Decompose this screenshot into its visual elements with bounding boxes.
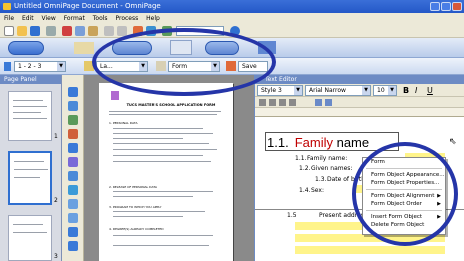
- menu-process[interactable]: Process: [115, 15, 138, 22]
- new-icon[interactable]: [4, 26, 14, 36]
- section-heading: 3. PROGRAM TO WHICH YOU APPLY: [109, 205, 162, 209]
- page-range-select[interactable]: 1 - 2 - 3 ▼: [14, 61, 66, 72]
- zone-tools-strip: [62, 75, 84, 261]
- fit-icon[interactable]: [68, 241, 78, 251]
- style-value: Style 3: [261, 87, 282, 94]
- style-select[interactable]: Style 3 ▼: [257, 85, 303, 96]
- form-field-address-3[interactable]: [295, 246, 445, 254]
- underline-icon[interactable]: U: [427, 86, 433, 95]
- text-zone-icon[interactable]: [68, 101, 78, 111]
- highlight-ring-toolbar: [92, 28, 276, 96]
- text-editor-toolbar: Style 3 ▼ Arial Narrow ▼ 10 ▼ B I U: [255, 84, 464, 97]
- page-panel: Page Panel 1 2 3: [0, 75, 62, 261]
- menu-bar: File Edit View Format Tools Process Help: [0, 13, 464, 24]
- undo-icon[interactable]: [104, 26, 114, 36]
- font-size-value: 10: [377, 87, 385, 94]
- workflow-arrow-icon: [74, 42, 94, 54]
- alignment-toolbar: [255, 97, 464, 108]
- draw-zone-icon[interactable]: [68, 143, 78, 153]
- field-number: 1.2.: [299, 165, 311, 172]
- chevron-down-icon[interactable]: ▼: [388, 86, 396, 95]
- field-label: Family name:: [307, 155, 348, 162]
- minimize-button[interactable]: [430, 2, 440, 11]
- section-heading: 2. RELEASE OF PERSONAL DATA: [109, 185, 157, 189]
- save-icon[interactable]: [30, 26, 40, 36]
- font-select[interactable]: Arial Narrow ▼: [305, 85, 371, 96]
- font-size-select[interactable]: 10 ▼: [373, 85, 397, 96]
- checkbox-tool-icon[interactable]: [68, 171, 78, 181]
- field-number: 1.1.: [295, 155, 307, 162]
- zoom-in-icon[interactable]: [68, 199, 78, 209]
- thumbnail-number: 2: [54, 197, 58, 204]
- chevron-down-icon[interactable]: ▼: [362, 86, 370, 95]
- page-panel-title: Page Panel: [0, 75, 61, 84]
- font-value: Arial Narrow: [309, 87, 346, 94]
- menu-tools[interactable]: Tools: [93, 15, 108, 22]
- app-icon: [3, 3, 11, 10]
- menu-file[interactable]: File: [4, 15, 14, 22]
- heading-red-word: Family: [294, 135, 333, 150]
- align-right-icon[interactable]: [279, 99, 286, 106]
- university-logo: [111, 91, 119, 100]
- page-thumbnail-1[interactable]: [8, 91, 52, 141]
- heading-text[interactable]: 1.1. Family name: [267, 135, 369, 150]
- ruler[interactable]: [255, 108, 464, 117]
- scanned-page[interactable]: TUCS MASTER'S SCHOOL APPLICATION FORM 1.…: [99, 83, 233, 261]
- field-label: Given names:: [311, 165, 353, 172]
- field-number: 1.3.: [315, 176, 327, 183]
- title-bar: Untitled OmniPage Document - OmniPage: [0, 0, 464, 13]
- table-zone-icon[interactable]: [68, 115, 78, 125]
- justify-icon[interactable]: [289, 99, 296, 106]
- print-icon[interactable]: [46, 26, 56, 36]
- chevron-down-icon[interactable]: ▼: [294, 86, 302, 95]
- thumbnail-number: 1: [54, 133, 58, 140]
- window-title: Untitled OmniPage Document - OmniPage: [14, 2, 161, 10]
- open-icon[interactable]: [17, 26, 27, 36]
- italic-icon[interactable]: I: [415, 86, 417, 95]
- field-tool-icon[interactable]: [68, 185, 78, 195]
- paste-icon[interactable]: [88, 26, 98, 36]
- field-label: Sex:: [311, 187, 324, 194]
- maximize-button[interactable]: [441, 2, 451, 11]
- cut-icon[interactable]: [62, 26, 72, 36]
- row-number: 1.5: [287, 212, 297, 219]
- section-heading: 1. PERSONAL DATA: [109, 121, 138, 125]
- highlight-ring-menu: [352, 142, 458, 246]
- page-thumbnail-3[interactable]: [8, 215, 52, 261]
- menu-edit[interactable]: Edit: [22, 15, 34, 22]
- copy-icon[interactable]: [75, 26, 85, 36]
- erase-zone-icon[interactable]: [68, 157, 78, 167]
- mouse-cursor-icon: ⇖: [449, 137, 457, 147]
- align-center-icon[interactable]: [269, 99, 276, 106]
- section-heading: 4. DEGREE(S) ALREADY COMPLETED: [109, 227, 164, 231]
- align-left-icon[interactable]: [259, 99, 266, 106]
- heading-number: 1.1.: [267, 135, 289, 150]
- page-range-value: 1 - 2 - 3: [18, 63, 42, 70]
- menu-view[interactable]: View: [42, 15, 56, 22]
- page-icon: [4, 62, 11, 71]
- text-editor-title: Text Editor: [255, 75, 464, 84]
- thumbnail-number: 3: [54, 253, 58, 260]
- menu-help[interactable]: Help: [146, 15, 160, 22]
- close-button[interactable]: [452, 2, 462, 11]
- image-zone-icon[interactable]: [68, 129, 78, 139]
- menu-format[interactable]: Format: [64, 15, 85, 22]
- zoom-out-icon[interactable]: [68, 213, 78, 223]
- rotate-icon[interactable]: [68, 227, 78, 237]
- heading-tail: name: [336, 135, 370, 150]
- chevron-down-icon[interactable]: ▼: [57, 62, 65, 71]
- bold-icon[interactable]: B: [403, 86, 409, 95]
- bullets-icon[interactable]: [315, 99, 322, 106]
- page-thumbnail-2[interactable]: [8, 151, 52, 205]
- workflow-nav-button[interactable]: [8, 41, 44, 55]
- page-image-view: TUCS MASTER'S SCHOOL APPLICATION FORM 1.…: [84, 75, 254, 261]
- select-tool-icon[interactable]: [68, 87, 78, 97]
- form-title: TUCS MASTER'S SCHOOL APPLICATION FORM: [126, 103, 216, 107]
- field-number: 1.4.: [299, 187, 311, 194]
- numbering-icon[interactable]: [325, 99, 332, 106]
